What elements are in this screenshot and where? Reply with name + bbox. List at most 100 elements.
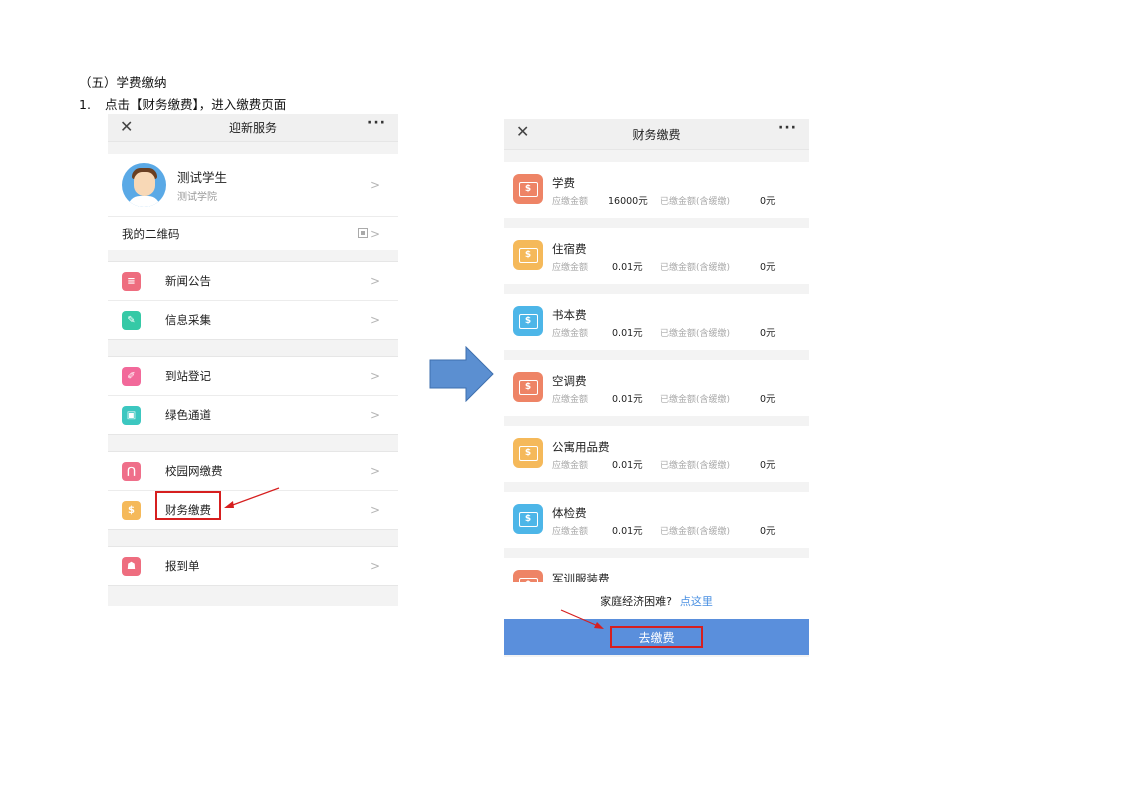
chevron-right-icon: > [369, 408, 380, 422]
more-icon[interactable]: ··· [367, 115, 386, 131]
more-icon[interactable]: ··· [778, 120, 797, 136]
pay-button-label: 去缴费 [610, 626, 703, 648]
chevron-right-icon: > [369, 313, 380, 327]
fee-item-air-conditioning[interactable]: $ 空调费 应缴金额 0.01元 已缴金额(含缓缴) 0元 [504, 360, 809, 416]
annotation-arrow-1 [224, 487, 280, 508]
fee-item-apartment-supplies[interactable]: $ 公寓用品费 应缴金额 0.01元 已缴金额(含缓缴) 0元 [504, 426, 809, 482]
section-heading: （五）学费缴纳 [79, 75, 167, 90]
financial-hardship-row: 家庭经济困难? 点这里 [504, 582, 809, 619]
paid-label: 已缴金额(含缓缴) [660, 329, 731, 339]
page-title: 财务缴费 [632, 127, 681, 142]
paid-label: 已缴金额(含缓缴) [660, 527, 731, 537]
chevron-right-icon: > [369, 464, 380, 478]
paid-amount: 0元 [760, 394, 776, 405]
paid-label: 已缴金额(含缓缴) [660, 395, 731, 405]
due-amount: 0.01元 [612, 328, 643, 339]
close-icon[interactable]: ✕ [120, 117, 133, 136]
help-text: 家庭经济困难? [600, 594, 672, 608]
chevron-right-icon: > [369, 369, 380, 383]
menu-item-info-collection[interactable]: ✎ 信息采集 > [108, 300, 398, 339]
chevron-right-icon: > [369, 274, 380, 288]
pay-button[interactable]: 去缴费 [504, 619, 809, 655]
menu-item-label: 新闻公告 [165, 274, 211, 288]
menu-item-label: 财务缴费 [155, 491, 221, 520]
qrcode-icon [358, 228, 368, 238]
due-label: 应缴金额 [552, 527, 589, 537]
fee-name: 学费 [552, 176, 575, 190]
chevron-right-icon: > [369, 226, 380, 241]
fee-item-textbook[interactable]: $ 书本费 应缴金额 0.01元 已缴金额(含缓缴) 0元 [504, 294, 809, 350]
due-amount: 16000元 [608, 196, 648, 207]
pencil-icon: ✐ [122, 366, 141, 386]
due-amount: 0.01元 [612, 460, 643, 471]
menu-item-label: 信息采集 [165, 313, 211, 327]
finance-payment-screen: ✕ 财务缴费 ··· $ 学费 应缴金额 16000元 已缴金额(含缓缴) 0元… [504, 119, 809, 657]
fee-list: $ 学费 应缴金额 16000元 已缴金额(含缓缴) 0元 $ 住宿费 应缴金额… [504, 150, 809, 582]
menu-item-report-form[interactable]: ☗ 报到单 > [108, 547, 398, 585]
due-amount: 0.01元 [612, 262, 643, 273]
chevron-right-icon: > [369, 178, 380, 192]
paid-amount: 0元 [760, 262, 776, 273]
network-icon: ⋂ [122, 461, 141, 481]
fee-name: 公寓用品费 [552, 440, 610, 454]
due-amount: 0.01元 [612, 394, 643, 405]
nav-bar: ✕ 迎新服务 ··· [108, 114, 398, 142]
due-label: 应缴金额 [552, 461, 589, 471]
dollar-icon: $ [513, 240, 543, 270]
fee-name: 书本费 [552, 308, 587, 322]
transition-arrow [429, 346, 494, 402]
close-icon[interactable]: ✕ [516, 122, 529, 141]
chevron-right-icon: > [369, 559, 380, 573]
menu-item-label: 报到单 [165, 559, 200, 573]
fee-name: 体检费 [552, 506, 587, 520]
due-label: 应缴金额 [552, 395, 589, 405]
contact-card-icon: ☗ [122, 556, 141, 576]
annotation-arrow-2 [560, 609, 604, 629]
box-icon: ▣ [122, 405, 141, 425]
paid-amount: 0元 [760, 526, 776, 537]
dollar-icon: $ [513, 438, 543, 468]
due-label: 应缴金额 [552, 197, 589, 207]
paid-label: 已缴金额(含缓缴) [660, 461, 731, 471]
step-text: 点击【财务缴费】，进入缴费页面 [105, 97, 287, 112]
menu-group-report: ☗ 报到单 > [108, 546, 398, 586]
paid-label: 已缴金额(含缓缴) [660, 263, 731, 273]
due-amount: 0.01元 [612, 526, 643, 537]
profile-card[interactable]: 测试学生 测试学院 > [108, 154, 398, 217]
paid-label: 已缴金额(含缓缴) [660, 197, 731, 207]
menu-group-arrival: ✐ 到站登记 > ▣ 绿色通道 > [108, 356, 398, 435]
fee-item-medical-exam[interactable]: $ 体检费 应缴金额 0.01元 已缴金额(含缓缴) 0元 [504, 492, 809, 548]
dollar-icon: $ [513, 306, 543, 336]
student-name: 测试学生 [177, 170, 228, 185]
chevron-right-icon: > [369, 503, 380, 517]
menu-item-green-channel[interactable]: ▣ 绿色通道 > [108, 395, 398, 434]
step-number: 1. [79, 97, 91, 112]
my-qrcode-row[interactable]: 我的二维码 > [108, 217, 398, 250]
fee-item-tuition[interactable]: $ 学费 应缴金额 16000元 已缴金额(含缓缴) 0元 [504, 162, 809, 218]
fee-name: 空调费 [552, 374, 587, 388]
nav-bar: ✕ 财务缴费 ··· [504, 119, 809, 150]
due-label: 应缴金额 [552, 329, 589, 339]
help-link[interactable]: 点这里 [680, 593, 713, 609]
dollar-icon: $ [513, 504, 543, 534]
step-instruction: 1. 点击【财务缴费】，进入缴费页面 [79, 94, 286, 113]
menu-group-info: ≡ 新闻公告 > ✎ 信息采集 > [108, 261, 398, 340]
picture-icon: ✎ [122, 310, 141, 330]
fee-name: 住宿费 [552, 242, 587, 256]
highlight-box [155, 491, 221, 520]
page-title: 迎新服务 [228, 121, 277, 135]
dollar-icon: $ [122, 500, 141, 520]
due-label: 应缴金额 [552, 263, 589, 273]
avatar [122, 163, 166, 207]
fee-name: 军训服装费 [552, 572, 610, 582]
dollar-icon: $ [513, 372, 543, 402]
paid-amount: 0元 [760, 196, 776, 207]
fee-item-military-uniform[interactable]: $ 军训服装费 [504, 558, 809, 582]
fee-item-accommodation[interactable]: $ 住宿费 应缴金额 0.01元 已缴金额(含缓缴) 0元 [504, 228, 809, 284]
menu-item-station-checkin[interactable]: ✐ 到站登记 > [108, 357, 398, 395]
menu-item-news[interactable]: ≡ 新闻公告 > [108, 262, 398, 300]
document-icon: ≡ [122, 271, 141, 291]
menu-item-label: 校园网缴费 [165, 464, 223, 478]
qrcode-label: 我的二维码 [122, 226, 180, 241]
welcome-service-screen: ✕ 迎新服务 ··· 测试学生 测试学院 > 我的二维码 > ≡ 新闻公告 > … [108, 114, 398, 606]
